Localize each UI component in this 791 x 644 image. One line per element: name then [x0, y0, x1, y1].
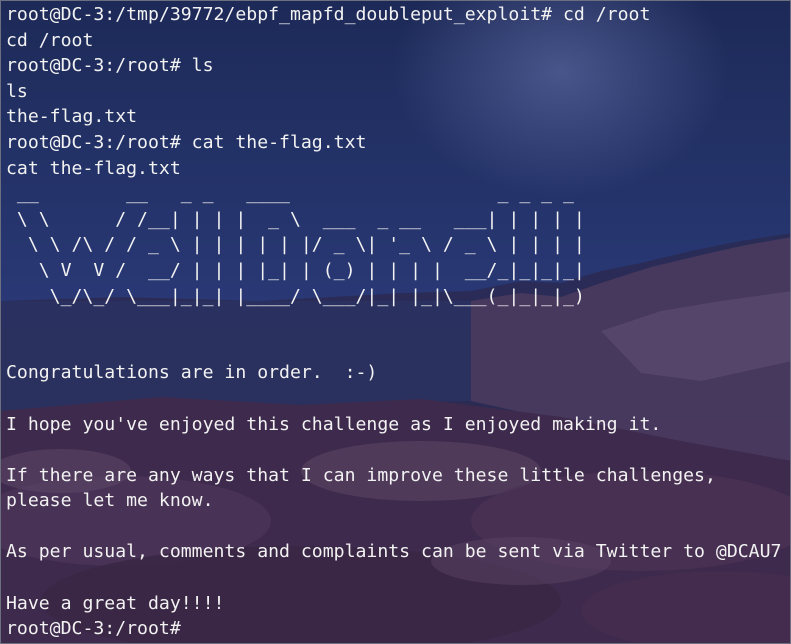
terminal-output: root@DC-3:/tmp/39772/ebpf_mapfd_doublepu… — [6, 2, 781, 642]
prompt-line[interactable]: root@DC-3:/root# — [6, 616, 781, 642]
terminal-line: If there are any ways that I can improve… — [6, 464, 716, 486]
terminal-line: the-flag.txt — [6, 106, 138, 128]
ascii-art-line: \ \ / /__| | | | _ \ ___ _ __ ___| | | |… — [6, 208, 585, 230]
ascii-art-line: \_/\_/ \___|_|_| |____/ \___/|_| |_|\___… — [6, 285, 585, 307]
terminal-line: root@DC-3:/root# cat the-flag.txt — [6, 131, 367, 153]
ascii-art-line: __ __ _ _ ____ _ _ _ _ — [6, 183, 574, 205]
terminal-line: root@DC-3:/root# ls — [6, 55, 214, 77]
terminal-line: Have a great day!!!! — [6, 592, 225, 614]
terminal-line: As per usual, comments and complaints ca… — [6, 541, 782, 563]
terminal-line: please let me know. — [6, 490, 214, 512]
terminal-line: I hope you've enjoyed this challenge as … — [6, 413, 662, 435]
terminal-line: cd /root — [6, 29, 94, 51]
terminal-line: ls — [6, 80, 28, 102]
ascii-art-line: \ \ /\ / / _ \ | | | | | |/ _ \| '_ \ / … — [6, 234, 585, 256]
terminal-line: cat the-flag.txt — [6, 157, 181, 179]
terminal-line: root@DC-3:/tmp/39772/ebpf_mapfd_doublepu… — [6, 4, 651, 25]
terminal-line: Congratulations are in order. :-) — [6, 362, 378, 384]
terminal-window[interactable]: root@DC-3:/tmp/39772/ebpf_mapfd_doublepu… — [0, 0, 791, 644]
ascii-art-line: \ V V / __/ | | | |_| | (_) | | | | __/_… — [6, 259, 585, 281]
